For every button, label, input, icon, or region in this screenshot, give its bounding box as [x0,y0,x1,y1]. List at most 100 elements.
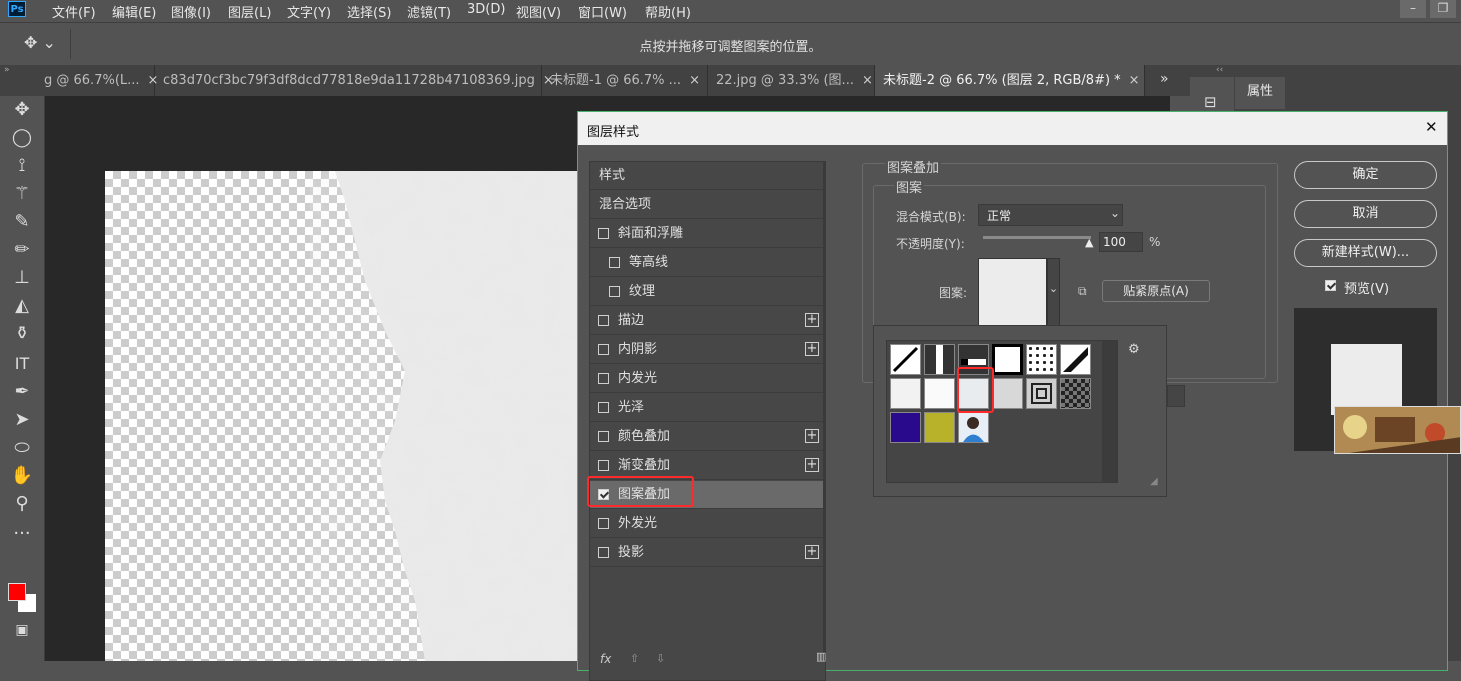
checkbox[interactable] [598,228,609,239]
opacity-input[interactable]: 100 [1099,232,1143,252]
menu-image[interactable]: 图像(I) [171,2,211,21]
style-item-styles[interactable]: 样式 [590,162,823,190]
pattern-swatch-squares[interactable] [1026,378,1057,409]
tab-doc-2[interactable]: c83d70cf3bc79f3df8dcd77818e9da11728b4710… [155,65,554,96]
style-item-contour[interactable]: 等高线 [590,249,823,277]
marquee-icon[interactable]: ◯ [8,126,36,150]
checkbox[interactable] [598,344,609,355]
style-item-outer-glow[interactable]: 外发光 [590,510,823,538]
menu-layer[interactable]: 图层(L) [228,2,271,21]
pattern-swatch-checker[interactable] [1060,378,1091,409]
menu-help[interactable]: 帮助(H) [645,2,691,21]
ellipse-icon[interactable]: ⬭ [8,436,36,460]
checkbox[interactable] [598,518,609,529]
style-item-inner-shadow[interactable]: 内阴影 + [590,336,823,364]
style-item-inner-glow[interactable]: 内发光 [590,365,823,393]
move-icon[interactable]: ✥ [8,98,36,122]
style-item-color-overlay[interactable]: 颜色叠加 + [590,423,823,451]
properties-icon[interactable]: ⊟ [1204,93,1217,111]
picker-scrollbar[interactable] [1102,341,1117,482]
move-up-icon[interactable]: ⇧ [630,652,639,665]
style-item-blending-options[interactable]: 混合选项 [590,191,823,219]
menu-select[interactable]: 选择(S) [347,2,391,21]
more-tools-icon[interactable]: ··· [8,522,36,546]
menu-file[interactable]: 文件(F) [52,2,96,21]
menu-3d[interactable]: 3D(D) [467,2,505,17]
eraser-icon[interactable]: ◭ [8,294,36,318]
pattern-swatch-purple[interactable] [890,412,921,443]
add-icon[interactable]: + [805,342,819,356]
minimize-button[interactable]: – [1400,0,1426,18]
tab-doc-1[interactable]: g @ 66.7%(L... × [36,65,158,96]
restore-button[interactable]: ❐ [1430,0,1456,18]
scale-input[interactable] [1167,385,1185,407]
fx-icon[interactable]: fx [600,652,611,666]
new-preset-icon[interactable]: ⧉ [1078,284,1087,299]
add-icon[interactable]: + [805,458,819,472]
tab-doc-active[interactable]: 未标题-2 @ 66.7% (图层 2, RGB/8#) * × [875,65,1145,96]
checkbox[interactable] [598,460,609,471]
pattern-swatch-gray-texture[interactable] [992,378,1023,409]
move-down-icon[interactable]: ⇩ [656,652,665,665]
pattern-swatch-yellow[interactable] [924,412,955,443]
pen-icon[interactable]: ✒ [8,380,36,404]
brush-icon[interactable]: ✏ [8,238,36,262]
menu-type[interactable]: 文字(Y) [287,2,331,21]
preview-checkbox[interactable] [1325,280,1336,291]
pattern-swatch-white-1[interactable] [890,378,921,409]
lasso-icon[interactable]: ⟟ [8,154,36,178]
opacity-slider-track[interactable] [983,236,1091,239]
panel-collapse-icon[interactable]: ‹‹ [1216,65,1223,75]
pattern-swatch-frame[interactable] [992,344,1023,375]
tab-doc-3[interactable]: 未标题-1 @ 66.7% ... × [542,65,708,96]
menu-edit[interactable]: 编辑(E) [112,2,156,21]
ok-button[interactable]: 确定 [1294,161,1437,189]
path-select-icon[interactable]: ➤ [8,408,36,432]
add-icon[interactable]: + [805,545,819,559]
pattern-dropdown-icon[interactable]: ⌄ [1047,258,1060,327]
menu-window[interactable]: 窗口(W) [578,2,627,21]
close-icon[interactable]: × [1129,73,1140,88]
pattern-swatch-diagonal[interactable] [890,344,921,375]
style-item-stroke[interactable]: 描边 + [590,307,823,335]
blend-mode-select[interactable]: 正常 ⌄ [978,204,1123,226]
close-icon[interactable]: × [862,73,873,88]
resize-handle-icon[interactable]: ◢ [1150,476,1158,487]
pattern-swatch-stairs[interactable] [1060,344,1091,375]
close-icon[interactable]: × [689,73,700,88]
pattern-swatch-white-2[interactable] [924,378,955,409]
new-style-button[interactable]: 新建样式(W)... [1294,239,1437,267]
style-item-texture[interactable]: 纹理 [590,278,823,306]
eyedropper-icon[interactable]: ✎ [8,210,36,234]
menu-view[interactable]: 视图(V) [516,2,561,21]
list-scrollbar[interactable] [823,162,825,652]
checkbox[interactable] [598,315,609,326]
style-item-satin[interactable]: 光泽 [590,394,823,422]
pattern-swatch-dots[interactable] [1026,344,1057,375]
trash-icon[interactable]: ▥ [816,650,826,663]
magic-wand-icon[interactable]: ⚚ [8,182,36,206]
tab-overflow-icon[interactable]: » [1160,71,1169,87]
pattern-preview-swatch[interactable] [978,258,1047,327]
opacity-slider-thumb[interactable]: ▲ [1085,236,1093,249]
document-canvas[interactable] [105,171,585,661]
foreground-color-swatch[interactable] [8,583,26,601]
quick-mask-icon[interactable]: ▣ [8,618,36,642]
snap-to-origin-button[interactable]: 贴紧原点(A) [1102,280,1210,302]
tab-properties[interactable]: 属性 [1235,77,1285,109]
checkbox[interactable] [598,431,609,442]
type-icon[interactable]: ⅠT [8,352,36,376]
style-item-drop-shadow[interactable]: 投影 + [590,539,823,567]
stamp-icon[interactable]: ⊥ [8,266,36,290]
paint-bucket-icon[interactable]: ⚱ [8,322,36,346]
pattern-swatch-portrait[interactable] [958,412,989,443]
zoom-icon[interactable]: ⚲ [8,492,36,516]
gear-icon[interactable]: ⚙ [1128,342,1140,357]
checkbox[interactable] [598,402,609,413]
pattern-swatch-vertical[interactable] [924,344,955,375]
checkbox[interactable] [598,373,609,384]
panel-collapse-icon[interactable]: » [4,65,10,75]
checkbox[interactable] [598,547,609,558]
cancel-button[interactable]: 取消 [1294,200,1437,228]
tab-doc-4[interactable]: 22.jpg @ 33.3% (图... × [708,65,875,96]
